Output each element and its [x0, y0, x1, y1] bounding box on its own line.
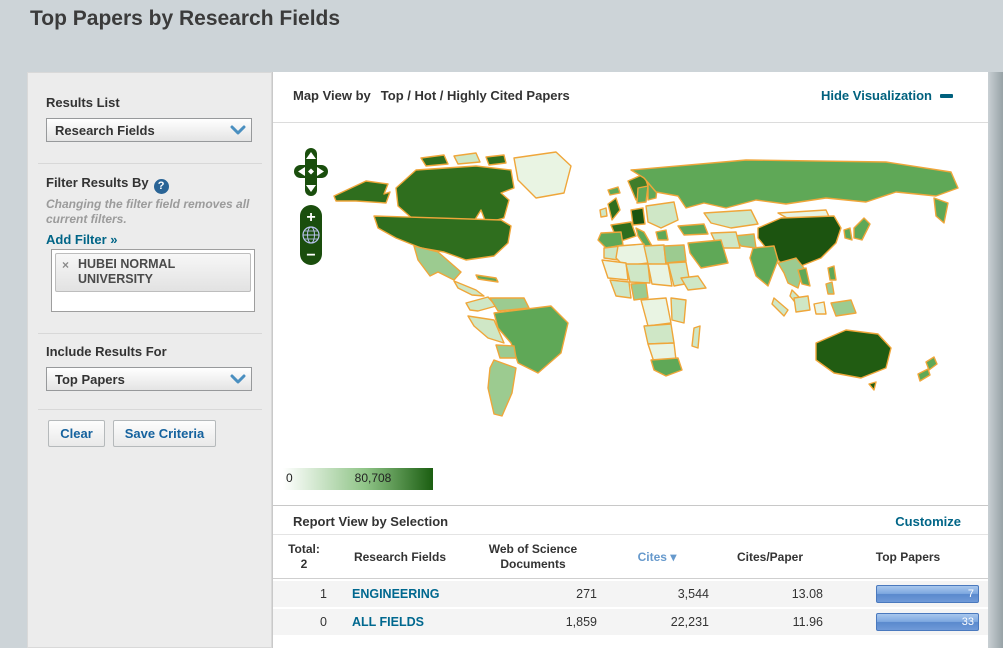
cites-per-paper-value: 11.96 — [713, 609, 827, 635]
country-new-zealand — [926, 357, 937, 370]
total-value: 2 — [273, 557, 335, 572]
filter-tag-label: HUBEI NORMAL UNIVERSITY — [78, 257, 175, 286]
chevron-down-icon — [225, 368, 251, 390]
country-nigeria — [631, 283, 648, 300]
documents-header-line2: Documents — [465, 557, 601, 572]
country-japan — [854, 218, 870, 240]
zoom-in-icon[interactable]: + — [306, 209, 315, 226]
active-filters-box: × HUBEI NORMAL UNIVERSITY — [51, 249, 255, 312]
filter-note: Changing the filter field removes all cu… — [46, 197, 258, 227]
country-india — [750, 246, 778, 286]
save-criteria-button[interactable]: Save Criteria — [113, 420, 216, 447]
documents-value: 1,859 — [465, 609, 601, 635]
world-choropleth-map[interactable] — [326, 148, 981, 438]
research-field-link[interactable]: ALL FIELDS — [352, 615, 424, 629]
zoom-out-icon[interactable]: − — [306, 247, 315, 264]
legend-min: 0 — [286, 471, 293, 485]
map-pan-control[interactable] — [294, 148, 328, 198]
remove-filter-icon[interactable]: × — [62, 258, 69, 272]
map-view-title: Top / Hot / Highly Cited Papers — [381, 88, 570, 103]
visualization-panel: Map View by Top / Hot / Highly Cited Pape… — [272, 72, 988, 648]
help-icon[interactable]: ? — [154, 179, 169, 194]
cites-per-paper-value: 13.08 — [713, 581, 827, 607]
country-usa — [374, 216, 511, 260]
top-papers-bar: 7 — [876, 585, 979, 603]
page-right-gutter — [988, 72, 1003, 648]
map-view-header: Map View by Top / Hot / Highly Cited Pape… — [293, 88, 570, 103]
include-results-value: Top Papers — [47, 372, 225, 387]
results-list-label: Results List — [46, 95, 120, 110]
hide-visualization-link[interactable]: Hide Visualization — [821, 88, 953, 103]
documents-value: 271 — [465, 581, 601, 607]
table-row: 1 ENGINEERING 271 3,544 13.08 7 — [273, 581, 989, 607]
cites-value: 3,544 — [601, 581, 713, 607]
col-header-documents: Web of Science Documents — [465, 540, 601, 579]
country-russia — [631, 160, 958, 208]
country-germany — [631, 208, 645, 225]
country-alaska — [334, 181, 390, 203]
col-header-cites[interactable]: Cites ▾ — [601, 540, 713, 579]
cites-header-label: Cites — [638, 550, 667, 564]
country-argentina — [488, 360, 516, 416]
top-papers-page: Top Papers by Research Fields Results Li… — [0, 0, 1003, 648]
total-label: Total: — [273, 542, 335, 557]
report-view-header: Report View by Selection Customize — [273, 505, 989, 535]
include-results-label: Include Results For — [46, 344, 167, 359]
filter-results-text: Filter Results By — [46, 175, 149, 190]
country-uk — [608, 198, 620, 220]
col-header-top-papers: Top Papers — [827, 540, 989, 579]
hide-visualization-label: Hide Visualization — [821, 88, 932, 103]
col-header-cites-per-paper: Cites/Paper — [713, 540, 827, 579]
research-field-link[interactable]: ENGINEERING — [352, 587, 440, 601]
map-color-legend: 0 80,708 — [283, 468, 433, 490]
country-brazil — [494, 306, 568, 373]
add-filter-link[interactable]: Add Filter » — [46, 232, 118, 247]
country-australia — [816, 330, 891, 378]
top-papers-bar: 33 — [876, 613, 979, 631]
country-greenland — [514, 152, 571, 198]
clear-button[interactable]: Clear — [48, 420, 105, 447]
chevron-down-icon — [225, 119, 251, 141]
filter-results-label: Filter Results By? — [46, 175, 169, 194]
sidebar: Results List Research Fields Filter Resu… — [27, 72, 272, 648]
report-table: Total: 2 Research Fields Web of Science … — [273, 538, 989, 637]
report-view-title: Report View by Selection — [293, 514, 448, 529]
filter-tag[interactable]: × HUBEI NORMAL UNIVERSITY — [55, 253, 251, 292]
map-zoom-control[interactable]: + − — [299, 204, 323, 266]
row-count: 0 — [273, 609, 335, 635]
results-list-dropdown[interactable]: Research Fields — [46, 118, 252, 142]
country-south-africa — [651, 358, 682, 376]
col-header-research-fields: Research Fields — [335, 540, 465, 579]
col-header-total: Total: 2 — [273, 540, 335, 579]
table-row: 0 ALL FIELDS 1,859 22,231 11.96 33 — [273, 609, 989, 635]
collapse-icon — [940, 94, 953, 98]
results-list-value: Research Fields — [47, 123, 225, 138]
row-count: 1 — [273, 581, 335, 607]
sidebar-divider — [38, 333, 262, 334]
map-view-prefix: Map View by — [293, 88, 371, 103]
customize-link[interactable]: Customize — [895, 514, 961, 529]
sidebar-divider — [38, 163, 262, 164]
include-results-dropdown[interactable]: Top Papers — [46, 367, 252, 391]
country-saudi-arabia — [688, 240, 728, 268]
sort-desc-icon: ▾ — [670, 550, 676, 564]
header-divider — [273, 122, 989, 123]
page-title: Top Papers by Research Fields — [30, 7, 340, 31]
country-madagascar — [692, 326, 700, 348]
country-egypt — [664, 245, 686, 263]
legend-max: 80,708 — [355, 471, 392, 485]
sidebar-divider — [38, 409, 262, 410]
cites-value: 22,231 — [601, 609, 713, 635]
country-new-guinea — [831, 300, 856, 316]
documents-header-line1: Web of Science — [465, 542, 601, 557]
country-kazakhstan — [704, 210, 758, 228]
country-turkey — [678, 224, 708, 235]
